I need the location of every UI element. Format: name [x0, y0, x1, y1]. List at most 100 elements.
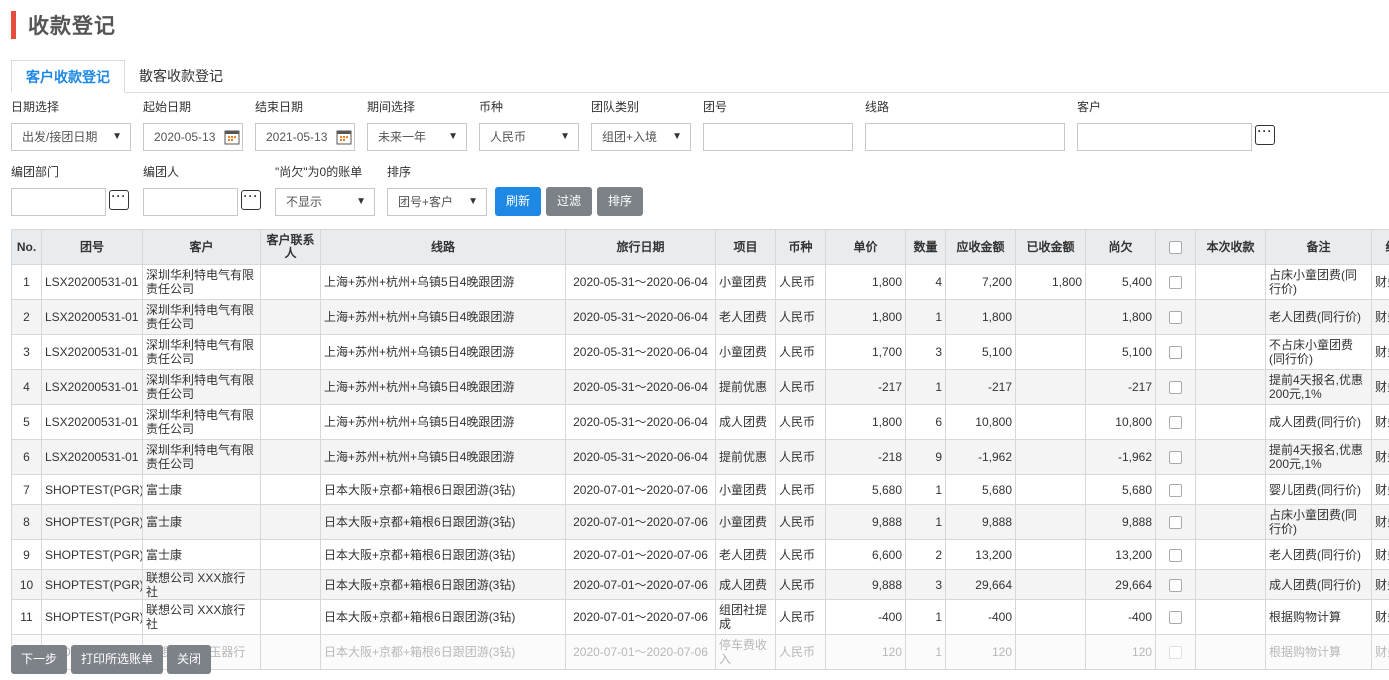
- col-currency[interactable]: 币种: [775, 229, 826, 265]
- row-this-payment[interactable]: [1195, 599, 1266, 635]
- date-select[interactable]: 出发/接团日期 ▼: [11, 123, 131, 151]
- sort-button[interactable]: 排序: [597, 187, 644, 216]
- row-checkbox[interactable]: [1169, 276, 1182, 290]
- row-checkbox[interactable]: [1169, 578, 1182, 592]
- col-price[interactable]: 单价: [825, 229, 906, 265]
- close-button[interactable]: 关闭: [167, 645, 212, 674]
- table-row[interactable]: 11 SHOPTEST(PGR) 联想公司 XXX旅行社 日本大阪+京都+箱根6日跟团…: [11, 599, 1389, 635]
- row-this-payment[interactable]: [1195, 334, 1266, 370]
- col-customer[interactable]: 客户: [142, 229, 261, 265]
- row-this-payment[interactable]: [1195, 634, 1266, 670]
- row-no: 4: [11, 369, 42, 405]
- row-remark: 老人团费(同行价): [1265, 539, 1372, 570]
- currency-select[interactable]: 人民币 ▼: [479, 123, 579, 151]
- next-button[interactable]: 下一步: [11, 645, 68, 674]
- creator-input[interactable]: [143, 188, 238, 216]
- col-remark[interactable]: 备注: [1265, 229, 1372, 265]
- table-row[interactable]: 1 LSX20200531-01 深圳华利特电气有限责任公司 上海+苏州+杭州+乌镇5…: [11, 264, 1389, 300]
- table-row[interactable]: 9 SHOPTEST(PGR) 富士康 日本大阪+京都+箱根6日跟团游(3钻) 2020…: [11, 539, 1389, 570]
- row-select: [1155, 474, 1196, 505]
- row-this-payment[interactable]: [1195, 569, 1266, 600]
- zero-owed-select[interactable]: 不显示 ▼: [275, 188, 375, 216]
- row-dates: 2020-07-01～2020-07-06: [565, 569, 716, 600]
- col-route[interactable]: 线路: [320, 229, 566, 265]
- table-row[interactable]: 10 SHOPTEST(PGR) 联想公司 XXX旅行社 日本大阪+京都+箱根6日跟团…: [11, 569, 1389, 600]
- refresh-button[interactable]: 刷新: [495, 187, 542, 216]
- row-price: 5,680: [825, 474, 906, 505]
- sort-select[interactable]: 团号+客户 ▼: [387, 188, 487, 216]
- col-contact[interactable]: 客户联系人: [260, 229, 321, 265]
- more-options-icon[interactable]: ···: [241, 190, 261, 210]
- row-this-payment[interactable]: [1195, 474, 1266, 505]
- tab-individual-payment[interactable]: 散客收款登记: [125, 60, 237, 92]
- row-checkbox[interactable]: [1169, 416, 1182, 430]
- start-date-input[interactable]: 2020-05-13: [143, 123, 243, 151]
- team-type-select[interactable]: 组团+入境 ▼: [591, 123, 691, 151]
- row-this-payment[interactable]: [1195, 369, 1266, 405]
- table-row[interactable]: 7 SHOPTEST(PGR) 富士康 日本大阪+京都+箱根6日跟团游(3钻) 2020…: [11, 474, 1389, 505]
- row-checkbox[interactable]: [1169, 548, 1182, 562]
- row-this-payment[interactable]: [1195, 299, 1266, 335]
- table-row[interactable]: 12SHOPTEST(PGR)联想公司 珠玉器行日本大阪+京都+箱根6日跟团游(…: [11, 634, 1389, 670]
- col-owed[interactable]: 尚欠: [1085, 229, 1156, 265]
- calendar-icon[interactable]: [336, 129, 352, 145]
- row-customer: 深圳华利特电气有限责任公司: [142, 334, 261, 370]
- row-item: 小童团费: [715, 264, 776, 300]
- tab-bar: 客户收款登记 散客收款登记: [11, 60, 1389, 93]
- row-this-payment[interactable]: [1195, 539, 1266, 570]
- end-date-input[interactable]: 2021-05-13: [255, 123, 355, 151]
- col-qty[interactable]: 数量: [905, 229, 946, 265]
- more-options-icon[interactable]: ···: [1255, 125, 1275, 145]
- table-row[interactable]: 2 LSX20200531-01 深圳华利特电气有限责任公司 上海+苏州+杭州+乌镇5…: [11, 299, 1389, 335]
- col-paid[interactable]: 已收金额: [1015, 229, 1086, 265]
- calendar-icon[interactable]: [224, 129, 240, 145]
- period-select[interactable]: 未来一年 ▼: [367, 123, 467, 151]
- row-checkbox[interactable]: [1169, 451, 1182, 465]
- row-select: [1155, 334, 1196, 370]
- select-all-checkbox[interactable]: [1169, 240, 1182, 254]
- col-extra[interactable]: 经: [1371, 229, 1389, 265]
- start-date-value: 2020-05-13: [154, 130, 216, 144]
- row-checkbox[interactable]: [1169, 483, 1182, 497]
- tab-customer-payment[interactable]: 客户收款登记: [11, 60, 125, 93]
- row-qty: 1: [905, 474, 946, 505]
- row-currency: 人民币: [775, 334, 826, 370]
- table-row[interactable]: 8 SHOPTEST(PGR) 富士康 日本大阪+京都+箱根6日跟团游(3钻) 2020…: [11, 504, 1389, 540]
- col-due[interactable]: 应收金额: [945, 229, 1016, 265]
- row-no: 10: [11, 569, 42, 600]
- table-row[interactable]: 3 LSX20200531-01 深圳华利特电气有限责任公司 上海+苏州+杭州+乌镇5…: [11, 334, 1389, 370]
- col-team[interactable]: 团号: [41, 229, 143, 265]
- row-team: LSX20200531-01: [41, 334, 143, 370]
- row-checkbox[interactable]: [1169, 611, 1182, 625]
- row-dates: 2020-07-01～2020-07-06: [565, 599, 716, 635]
- row-this-payment[interactable]: [1195, 504, 1266, 540]
- customer-input[interactable]: [1077, 123, 1252, 151]
- row-checkbox[interactable]: [1169, 311, 1182, 325]
- row-currency: 人民币: [775, 299, 826, 335]
- row-item: 小童团费: [715, 334, 776, 370]
- table-row[interactable]: 6 LSX20200531-01 深圳华利特电气有限责任公司 上海+苏州+杭州+乌镇5…: [11, 439, 1389, 475]
- print-selected-button[interactable]: 打印所选账单: [71, 645, 164, 674]
- team-no-input[interactable]: [703, 123, 853, 151]
- more-options-icon[interactable]: ···: [109, 190, 129, 210]
- row-checkbox[interactable]: [1169, 516, 1182, 530]
- filter-button[interactable]: 过滤: [546, 187, 593, 216]
- route-input[interactable]: [865, 123, 1065, 151]
- col-item[interactable]: 项目: [715, 229, 776, 265]
- row-checkbox[interactable]: [1169, 646, 1182, 660]
- dept-input[interactable]: [11, 188, 106, 216]
- row-due: 1,800: [945, 299, 1016, 335]
- row-checkbox[interactable]: [1169, 381, 1182, 395]
- row-item: 小童团费: [715, 474, 776, 505]
- col-dates[interactable]: 旅行日期: [565, 229, 716, 265]
- table-row[interactable]: 4 LSX20200531-01 深圳华利特电气有限责任公司 上海+苏州+杭州+乌镇5…: [11, 369, 1389, 405]
- row-currency: 人民币: [775, 474, 826, 505]
- row-this-payment[interactable]: [1195, 439, 1266, 475]
- row-this-payment[interactable]: [1195, 404, 1266, 440]
- creator-field: 编团人 ···: [143, 164, 261, 216]
- col-no[interactable]: No.: [11, 229, 42, 265]
- row-this-payment[interactable]: [1195, 264, 1266, 300]
- row-checkbox[interactable]: [1169, 346, 1182, 360]
- table-row[interactable]: 5 LSX20200531-01 深圳华利特电气有限责任公司 上海+苏州+杭州+乌镇5…: [11, 404, 1389, 440]
- col-this-payment[interactable]: 本次收款: [1195, 229, 1266, 265]
